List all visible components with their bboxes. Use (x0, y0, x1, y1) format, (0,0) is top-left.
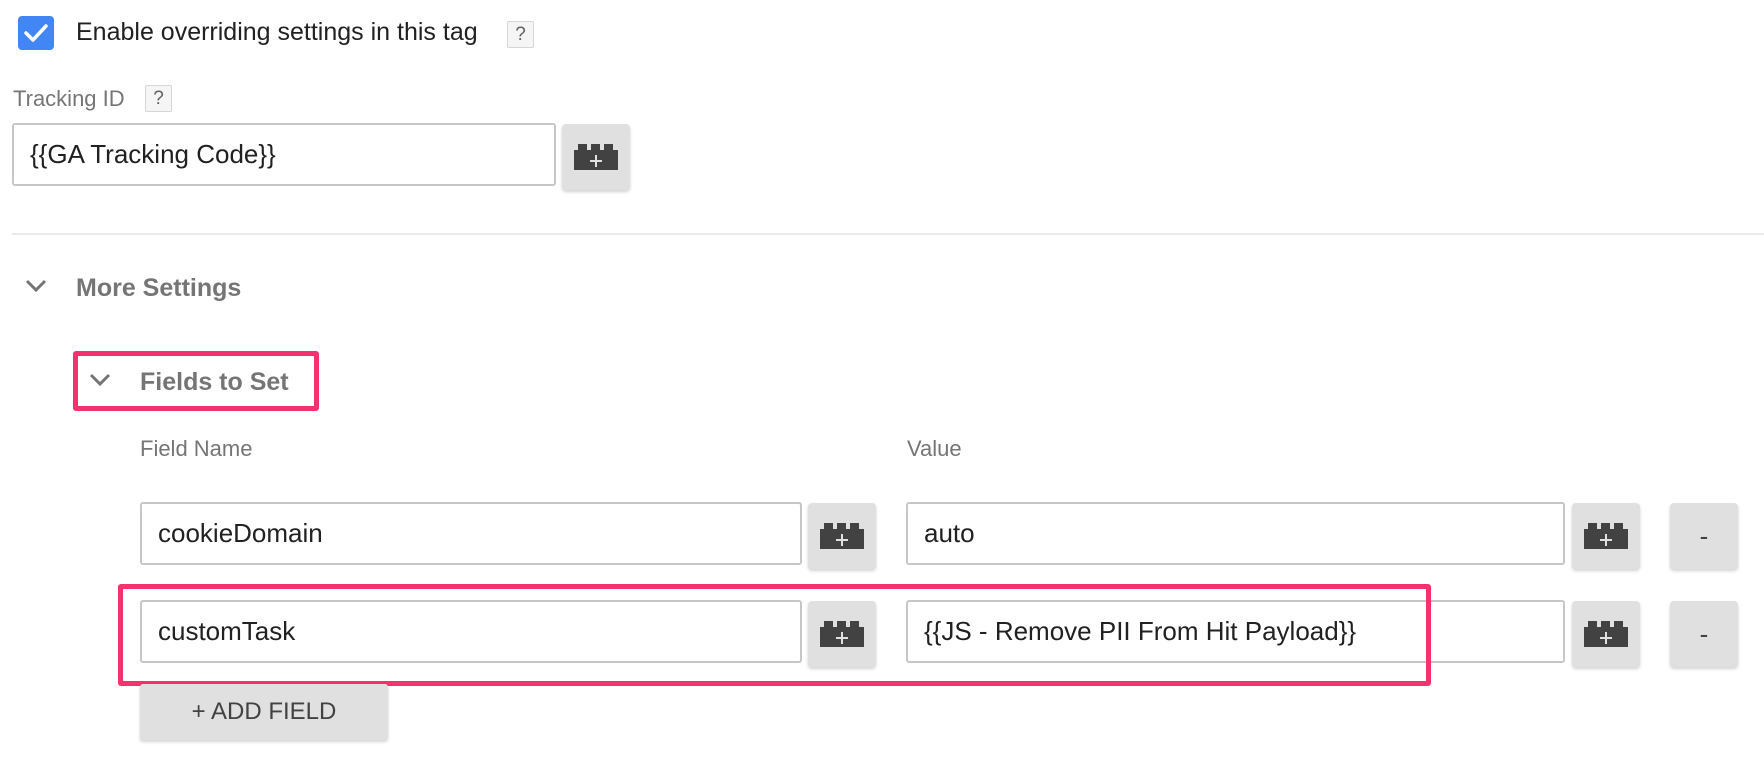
fields-to-set-chevron-icon[interactable] (86, 366, 114, 394)
field-name-input[interactable]: cookieDomain (140, 502, 802, 565)
enable-override-label: Enable overriding settings in this tag (76, 18, 478, 46)
more-settings-chevron-icon[interactable] (22, 272, 50, 300)
tracking-id-variable-button[interactable] (562, 124, 630, 190)
tracking-id-input[interactable]: {{GA Tracking Code}} (12, 123, 556, 186)
enable-override-checkbox[interactable] (18, 16, 54, 50)
custom-task-row-highlight (118, 584, 1431, 686)
variable-brick-icon (1584, 523, 1628, 549)
fields-to-set-toggle[interactable]: Fields to Set (140, 368, 289, 397)
variable-brick-icon (574, 144, 618, 170)
field-value-input[interactable]: auto (906, 502, 1565, 565)
value-column-label: Value (907, 436, 962, 461)
override-help-icon[interactable]: ? (507, 21, 534, 48)
remove-field-button[interactable]: - (1670, 503, 1738, 569)
field-name-column-label: Field Name (140, 436, 253, 461)
field-name-variable-button[interactable] (808, 503, 876, 569)
field-value-variable-button[interactable] (1572, 503, 1640, 569)
checkmark-icon (24, 24, 48, 42)
more-settings-toggle[interactable]: More Settings (76, 274, 241, 303)
tracking-id-help-icon[interactable]: ? (145, 85, 172, 112)
remove-field-button[interactable]: - (1670, 601, 1738, 667)
variable-brick-icon (1584, 621, 1628, 647)
field-value-variable-button[interactable] (1572, 601, 1640, 667)
tracking-id-label: Tracking ID (13, 86, 125, 111)
variable-brick-icon (820, 523, 864, 549)
section-divider (12, 233, 1764, 235)
add-field-button[interactable]: + ADD FIELD (140, 684, 388, 740)
